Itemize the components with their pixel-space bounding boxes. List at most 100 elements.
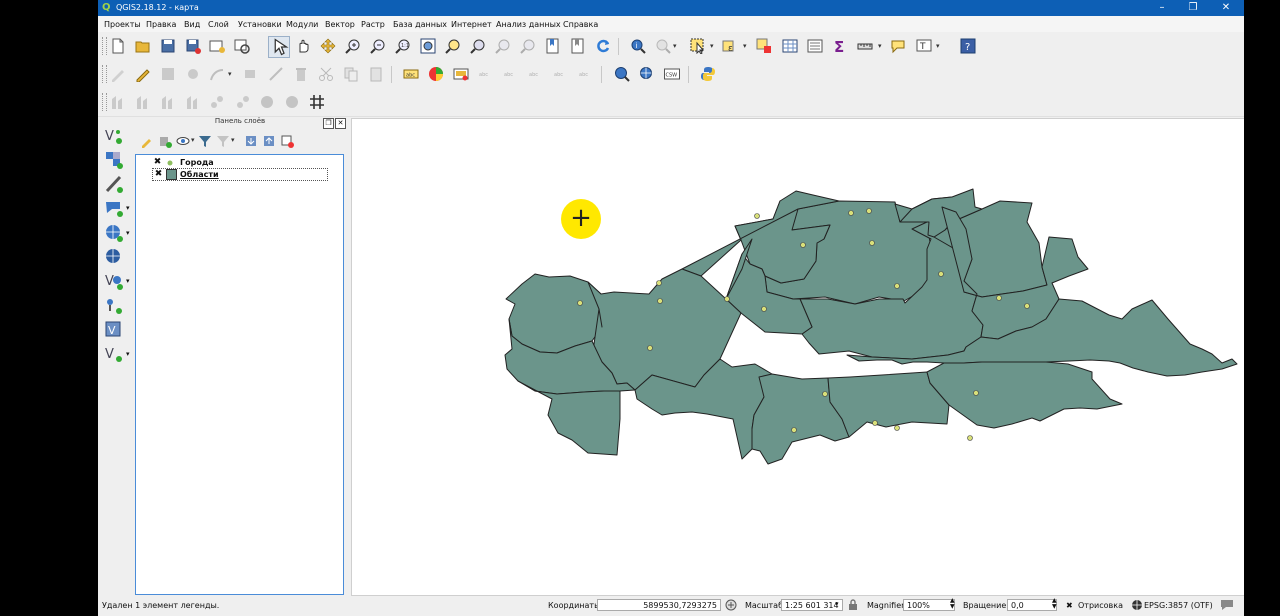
save-edits-icon[interactable] [160, 66, 176, 82]
collapse-all-icon[interactable] [262, 134, 276, 148]
zoom-to-layer-icon[interactable] [470, 38, 486, 54]
close-panel-button[interactable]: ✕ [335, 118, 346, 129]
city-point[interactable] [724, 296, 730, 302]
label-undo-icon[interactable]: abc [578, 66, 594, 82]
city-point[interactable] [894, 283, 900, 289]
remove-layer-icon[interactable] [280, 134, 294, 148]
city-point[interactable] [754, 213, 760, 219]
add-virtual-layer-icon[interactable] [104, 296, 124, 316]
city-point[interactable] [647, 345, 653, 351]
node-tool-icon[interactable] [268, 66, 284, 82]
chevron-down-icon[interactable]: ▾ [126, 229, 130, 237]
stepper-icon[interactable]: ▲ ▼ [1052, 598, 1057, 610]
chevron-down-icon[interactable]: ▾ [878, 42, 882, 50]
zoom-full-icon[interactable] [420, 38, 436, 54]
measure-icon[interactable] [655, 38, 671, 54]
menu-layer[interactable]: Слой [208, 20, 229, 29]
rotation-field[interactable]: 0,0 [1007, 599, 1057, 611]
crs-icon[interactable] [1131, 599, 1143, 611]
map-svg[interactable] [352, 119, 1244, 595]
label-move-icon[interactable]: abc [503, 66, 519, 82]
show-bookmarks-icon[interactable] [570, 38, 586, 54]
add-raster-layer-icon[interactable] [104, 150, 124, 170]
minimize-button[interactable]: – [1148, 1, 1176, 15]
region-polygon[interactable] [926, 361, 1123, 429]
measure-line-icon[interactable] [857, 38, 873, 54]
city-point[interactable] [973, 390, 979, 396]
current-edits-icon[interactable] [110, 66, 126, 82]
new-project-icon[interactable] [110, 38, 126, 54]
chevron-down-icon[interactable]: ▾ [126, 204, 130, 212]
fill-ring-icon[interactable] [160, 94, 176, 110]
menu-settings[interactable]: Установки [238, 20, 282, 29]
menu-help[interactable]: Справка [563, 20, 598, 29]
city-point[interactable] [577, 300, 583, 306]
coordinates-field[interactable]: 5899530,7293275 [597, 599, 721, 611]
offset-curve-icon[interactable] [259, 94, 275, 110]
grid-icon[interactable] [309, 94, 325, 110]
zoom-next-icon[interactable] [520, 38, 536, 54]
python-console-icon[interactable] [700, 66, 716, 82]
menu-edit[interactable]: Правка [146, 20, 176, 29]
menu-raster[interactable]: Растр [361, 20, 385, 29]
chevron-down-icon[interactable]: ▾ [673, 42, 677, 50]
composer-manager-icon[interactable] [234, 38, 250, 54]
zoom-to-selection-icon[interactable] [445, 38, 461, 54]
new-bookmark-icon[interactable] [545, 38, 561, 54]
new-spatialite-layer-icon[interactable]: V [104, 344, 124, 364]
magnifier-field[interactable]: 100% [903, 599, 955, 611]
city-point[interactable] [822, 391, 828, 397]
add-wcs-icon[interactable] [104, 247, 124, 267]
new-shapefile-icon[interactable]: V [104, 320, 124, 340]
zoom-in-icon[interactable] [345, 38, 361, 54]
chevron-down-icon[interactable]: ▾ [231, 136, 235, 144]
label-icon[interactable]: abc [403, 66, 419, 82]
pan-to-selection-icon[interactable] [268, 36, 290, 58]
add-part-icon[interactable] [135, 94, 151, 110]
layer-visibility-checkbox[interactable]: ✖ [153, 158, 162, 167]
city-point[interactable] [872, 420, 878, 426]
city-point[interactable] [938, 271, 944, 277]
city-point[interactable] [967, 435, 973, 441]
chevron-down-icon[interactable]: ▾ [710, 42, 714, 50]
menu-vector[interactable]: Вектор [325, 20, 355, 29]
menu-projects[interactable]: Проекты [104, 20, 141, 29]
delete-selected-icon[interactable] [293, 66, 309, 82]
menu-web[interactable]: Интернет [451, 20, 492, 29]
pan-icon[interactable] [295, 38, 311, 54]
toggle-editing-icon[interactable] [135, 66, 151, 82]
text-annotation-icon[interactable]: T [916, 38, 932, 54]
menu-plugins[interactable]: Модули [286, 20, 318, 29]
add-delimited-text-icon[interactable] [104, 174, 124, 194]
crs-label[interactable]: EPSG:3857 (OTF) [1144, 601, 1213, 610]
filter-expression-icon[interactable] [216, 134, 230, 148]
visibility-icon[interactable] [176, 134, 190, 148]
city-point[interactable] [761, 306, 767, 312]
city-point[interactable] [1024, 303, 1030, 309]
lock-icon[interactable] [848, 599, 858, 611]
zoom-last-icon[interactable] [495, 38, 511, 54]
close-button[interactable]: ✕ [1212, 1, 1240, 15]
city-point[interactable] [996, 295, 1002, 301]
chevron-down-icon[interactable]: ▾ [743, 42, 747, 50]
paste-features-icon[interactable] [368, 66, 384, 82]
add-group-icon[interactable] [158, 134, 172, 148]
identify-icon[interactable]: i [630, 38, 646, 54]
diagram-icon[interactable] [428, 66, 444, 82]
digitize-icon[interactable] [185, 66, 201, 82]
restore-button[interactable]: ❐ [1179, 1, 1207, 15]
float-panel-button[interactable]: ❐ [323, 118, 334, 129]
chevron-down-icon[interactable]: ▾ [936, 42, 940, 50]
new-print-composer-icon[interactable] [209, 38, 225, 54]
reshape-icon[interactable] [234, 94, 250, 110]
delete-ring-icon[interactable] [185, 94, 201, 110]
menu-database[interactable]: База данных [393, 20, 447, 29]
add-spatialite-icon[interactable] [104, 198, 124, 218]
save-as-icon[interactable] [185, 38, 201, 54]
filter-legend-icon[interactable] [198, 134, 212, 148]
label-change-icon[interactable]: abc [553, 66, 569, 82]
csw-icon[interactable]: CSW [664, 66, 680, 82]
chevron-down-icon[interactable]: ▾ [835, 600, 839, 608]
chevron-down-icon[interactable]: ▾ [126, 350, 130, 358]
city-point[interactable] [656, 280, 662, 286]
